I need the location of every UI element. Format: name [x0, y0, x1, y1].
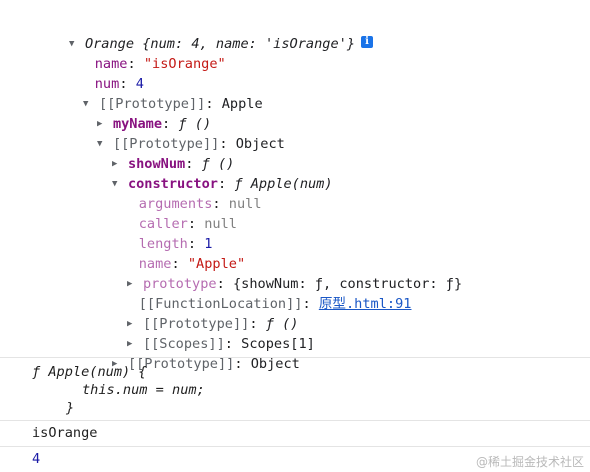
- info-icon[interactable]: i: [361, 36, 374, 48]
- property-value: Object: [250, 356, 300, 372]
- property-row-myname[interactable]: ▶ myName: ƒ (): [62, 94, 211, 132]
- object-root-row[interactable]: ▼ Orange {num: 4, name: 'isOrange'} i: [34, 14, 374, 52]
- property-row-scopes[interactable]: ▶ [[Scopes]]: Scopes[1]: [92, 314, 315, 352]
- property-row-function-name: name: "Apple": [138, 256, 246, 272]
- prototype-row-apple[interactable]: ▼ [[Prototype]]: Apple: [48, 74, 263, 112]
- property-row-prototype[interactable]: ▶ prototype: {showNum: ƒ, constructor: ƒ…: [92, 254, 462, 292]
- property-value: "isOrange": [143, 56, 226, 72]
- property-row-function-prototype[interactable]: ▶ [[Prototype]]: ƒ (): [92, 294, 298, 332]
- property-row-shownum[interactable]: ▶ showNum: ƒ (): [77, 134, 234, 172]
- function-source-line: this.num = num;: [82, 382, 205, 398]
- property-row-name: name: "isOrange": [94, 56, 226, 72]
- console-log-number: 4: [32, 451, 41, 467]
- property-row-caller: caller: null: [138, 216, 237, 232]
- console-message-divider: [0, 420, 590, 421]
- devtools-console: ▼ Orange {num: 4, name: 'isOrange'} i nam…: [0, 0, 590, 472]
- source-link[interactable]: 原型.html:91: [319, 296, 412, 312]
- function-source-line: }: [66, 400, 75, 416]
- property-row-constructor[interactable]: ▼ constructor: ƒ Apple(num): [77, 154, 333, 192]
- console-message-divider: [0, 357, 590, 358]
- property-row-num: num: 4: [94, 76, 144, 92]
- property-row-function-location: [[FunctionLocation]]: 原型.html:91: [138, 296, 412, 312]
- prototype-row-object[interactable]: ▼ [[Prototype]]: Object: [62, 114, 285, 152]
- watermark: @稀土掘金技术社区: [475, 455, 584, 469]
- console-log-string: isOrange: [32, 425, 98, 441]
- property-row-length: length: 1: [138, 236, 213, 252]
- function-source-line: ƒ Apple(num) {: [32, 364, 147, 380]
- property-row-arguments: arguments: null: [138, 196, 262, 212]
- property-value: Object: [235, 136, 285, 152]
- property-value: Apple: [221, 96, 263, 112]
- console-message-divider: [0, 446, 590, 447]
- property-row-object-prototype[interactable]: ▶ [[Prototype]]: Object: [77, 334, 300, 372]
